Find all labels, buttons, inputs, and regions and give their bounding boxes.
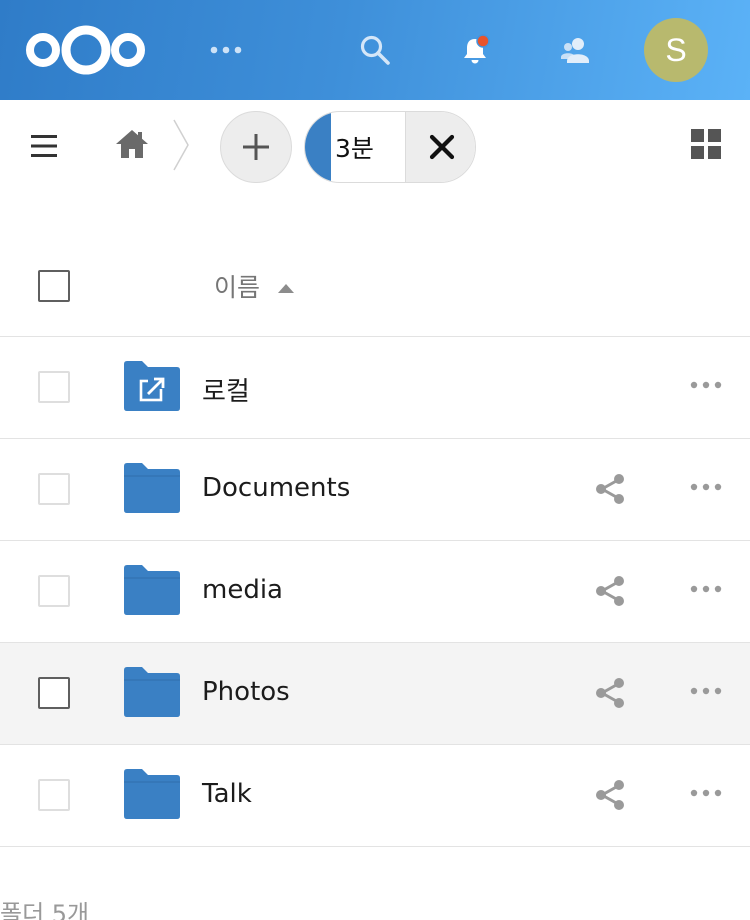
contacts-icon (561, 38, 589, 63)
breadcrumb-separator-icon (173, 119, 189, 171)
name-column-header[interactable]: 이름 (214, 268, 295, 304)
app-header: S (0, 0, 750, 100)
name-column-label: 이름 (214, 273, 261, 302)
bell-icon (464, 34, 490, 64)
contacts-button[interactable] (552, 26, 600, 74)
close-icon (429, 134, 454, 160)
notifications-button[interactable] (451, 26, 499, 74)
more-actions-icon[interactable] (690, 379, 722, 391)
folder-icon (124, 463, 180, 513)
share-icon[interactable] (594, 779, 626, 811)
file-row[interactable]: Documents (0, 439, 750, 541)
row-checkbox[interactable] (38, 575, 70, 607)
folder-icon (124, 565, 180, 615)
more-actions-icon[interactable] (690, 685, 722, 697)
file-name[interactable]: media (202, 575, 283, 605)
file-row[interactable]: media (0, 541, 750, 643)
select-all-checkbox[interactable] (38, 270, 70, 302)
more-actions-icon[interactable] (690, 787, 722, 799)
nextcloud-logo[interactable] (24, 22, 148, 78)
upload-progress-bar (305, 112, 331, 182)
new-file-button[interactable] (220, 111, 292, 183)
file-row[interactable]: Talk (0, 745, 750, 847)
upload-time-remaining: 3분 (335, 134, 374, 163)
row-checkbox[interactable] (38, 779, 70, 811)
apps-menu-button[interactable] (202, 26, 250, 74)
file-name[interactable]: Photos (202, 677, 290, 707)
search-button[interactable] (351, 26, 399, 74)
grid-view-icon[interactable] (688, 126, 724, 162)
row-checkbox[interactable] (38, 473, 70, 505)
file-list-header: 이름 (0, 236, 750, 337)
folder-icon (124, 769, 180, 819)
cancel-upload-button[interactable] (405, 112, 475, 182)
breadcrumb-home[interactable] (110, 122, 154, 166)
folder-icon (124, 667, 180, 717)
hamburger-menu-icon (31, 135, 57, 157)
notification-badge (476, 34, 490, 48)
share-icon[interactable] (594, 677, 626, 709)
row-checkbox[interactable] (38, 677, 70, 709)
file-name[interactable]: Talk (202, 779, 252, 809)
file-row[interactable]: Photos (0, 643, 750, 745)
file-row[interactable]: 로컬 (0, 337, 750, 439)
more-horizontal-icon (210, 46, 242, 54)
row-checkbox[interactable] (38, 371, 70, 403)
user-avatar[interactable]: S (644, 18, 708, 82)
share-icon[interactable] (594, 575, 626, 607)
external-folder-icon (124, 361, 180, 411)
home-icon (116, 130, 148, 158)
navigation-toggle-button[interactable] (22, 124, 66, 168)
share-icon[interactable] (594, 473, 626, 505)
file-list-summary: 폴더 5개 (0, 900, 90, 920)
plus-icon (243, 134, 269, 160)
more-actions-icon[interactable] (690, 481, 722, 493)
files-toolbar: 3분 (0, 100, 750, 190)
file-name[interactable]: Documents (202, 473, 350, 503)
search-icon (360, 35, 390, 65)
upload-progress: 3분 (304, 111, 476, 183)
sort-ascending-icon (278, 283, 295, 293)
file-name[interactable]: 로컬 (202, 371, 250, 408)
more-actions-icon[interactable] (690, 583, 722, 595)
